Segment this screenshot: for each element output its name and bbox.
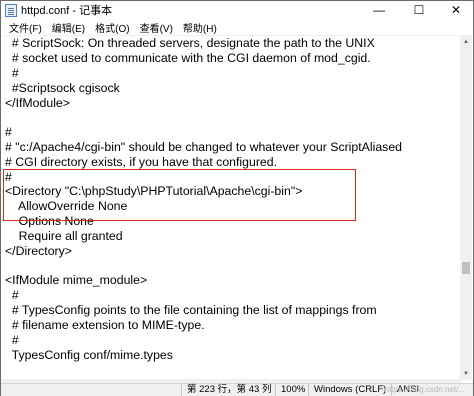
editor-line: # CGI directory exists, if you have that… <box>5 155 278 169</box>
editor-line: # <box>5 66 19 80</box>
menu-file[interactable]: 文件(F) <box>1 20 47 35</box>
editor-line: </IfModule> <box>5 96 70 110</box>
editor-line: <IfModule mime_module> <box>5 273 148 287</box>
editor-line: </Directory> <box>5 244 72 258</box>
editor-line: TypesConfig conf/mime.types <box>5 348 173 362</box>
minimize-button[interactable]: — <box>359 1 399 19</box>
editor-line: #Scriptsock cgisock <box>5 81 120 95</box>
editor-line: # <box>5 288 19 302</box>
menu-bar: 文件(F) 编辑(E) 格式(O) 查看(V) 帮助(H) <box>1 19 473 36</box>
editor-line: # TypesConfig points to the file contain… <box>5 303 377 317</box>
editor-line: # <box>5 333 19 347</box>
close-button[interactable]: ✕ <box>439 1 473 19</box>
menu-view[interactable]: 查看(V) <box>135 20 178 35</box>
notepad-window: httpd.conf - 记事本 — ☐ ✕ 文件(F) 编辑(E) 格式(O)… <box>0 0 474 396</box>
window-title: httpd.conf - 记事本 <box>21 5 113 17</box>
scroll-down-arrow-icon[interactable]: ▼ <box>460 368 472 380</box>
editor-line: Require all granted <box>5 229 123 243</box>
text-editor[interactable]: # ScriptSock: On threaded servers, desig… <box>1 36 459 380</box>
status-bar: 第 223 行，第 43 列 100% Windows (CRLF) ANSI … <box>1 383 473 396</box>
notepad-icon <box>5 3 17 17</box>
vertical-scrollbar[interactable]: ▲ ▼ <box>460 36 472 380</box>
editor-line: # "c:/Apache4/cgi-bin" should be changed… <box>5 140 403 154</box>
editor-line: # filename extension to MIME-type. <box>5 318 205 332</box>
watermark-text: https://blog.csdn.net/... <box>384 385 466 394</box>
title-bar[interactable]: httpd.conf - 记事本 — ☐ ✕ <box>1 1 473 19</box>
maximize-button[interactable]: ☐ <box>399 1 439 19</box>
scroll-up-arrow-icon[interactable]: ▲ <box>460 36 472 48</box>
editor-line: # socket used to communicate with the CG… <box>5 51 371 65</box>
line-ending: Windows (CRLF) <box>308 384 386 396</box>
editor-line: # ScriptSock: On threaded servers, desig… <box>5 36 375 50</box>
cursor-position: 第 223 行，第 43 列 <box>181 384 271 396</box>
menu-help[interactable]: 帮助(H) <box>178 20 222 35</box>
editor-line: # <box>5 125 12 139</box>
window-controls: — ☐ ✕ <box>359 1 473 19</box>
vertical-scroll-thumb[interactable] <box>462 262 470 274</box>
highlight-annotation-box <box>3 169 356 221</box>
menu-format[interactable]: 格式(O) <box>90 20 134 35</box>
zoom-level: 100% <box>275 384 305 396</box>
menu-edit[interactable]: 编辑(E) <box>47 20 90 35</box>
